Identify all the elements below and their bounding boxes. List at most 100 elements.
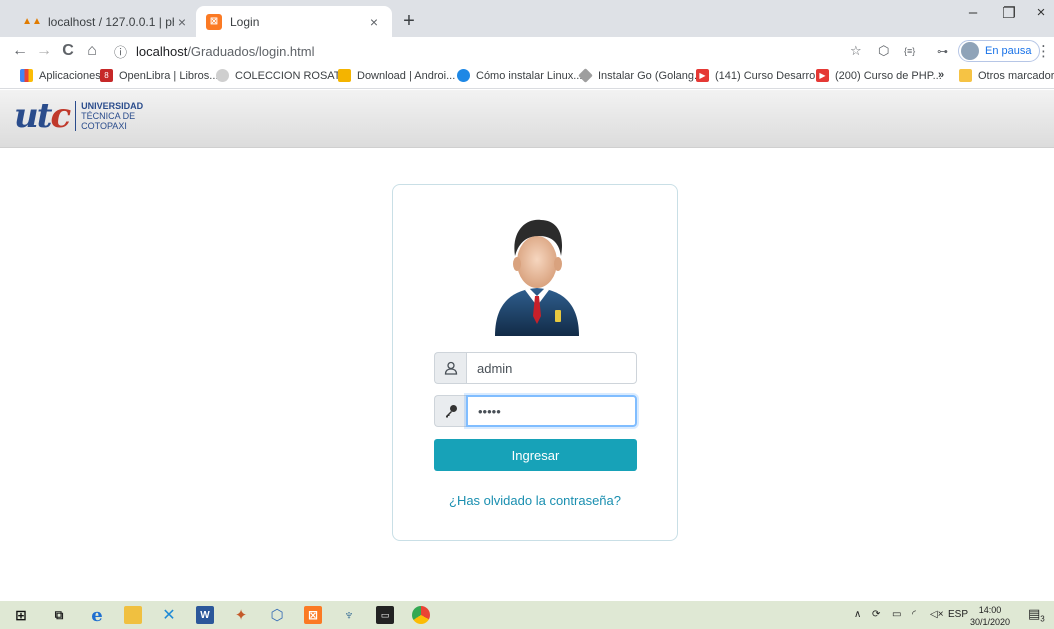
word-icon[interactable]: W [196,606,214,624]
tab-title: Login [230,14,260,29]
avatar [961,42,979,60]
forward-button[interactable]: → [32,42,56,60]
battery-icon[interactable]: ▭ [892,609,901,620]
close-tab-icon[interactable]: × [174,14,190,30]
key-icon [434,395,466,427]
logo-mark: utc [14,96,71,136]
postgres-icon[interactable]: ♆ [340,606,358,624]
clock-time: 14:00 [978,605,1002,615]
virtualbox-icon[interactable]: ⬡ [268,606,286,624]
logo-mark-c: c [50,96,71,136]
bookmark-label: COLECCION ROSAT... [235,69,349,82]
globe-icon [216,69,229,82]
task-view-icon[interactable]: ⧉ [50,606,68,624]
user-icon [434,352,466,384]
youtube-icon: ▶ [816,69,829,82]
login-card: admin ••••• Ingresar ¿Has olvidado la co… [392,184,678,541]
star-icon[interactable]: ☆ [850,41,862,61]
tab-strip: ▲▲ localhost / 127.0.0.1 | phpMyAdm × ⊠ … [0,0,1054,37]
page-body: admin ••••• Ingresar ¿Has olvidado la co… [0,148,1054,601]
bookmark-label: Aplicaciones [39,69,101,82]
download-icon [338,69,351,82]
refresh-icon [457,69,470,82]
password-input[interactable]: ••••• [466,395,637,427]
new-tab-button[interactable]: + [398,10,420,32]
browser-toolbar: ← → C ⌂ ⓘ localhost/Graduados/login.html… [0,37,1054,65]
bookmark-label: Otros marcadores [978,69,1054,82]
utc-logo[interactable]: utc UNIVERSIDAD TÉCNICA DE COTOPAXI [14,96,143,136]
key-icon[interactable]: ⊶ [937,41,948,61]
xampp-icon[interactable]: ⊠ [304,606,322,624]
logo-line-3: COTOPAXI [81,121,127,131]
phpmyadmin-icon: ▲▲ [22,16,42,27]
chevron-double-right-icon: » [938,69,945,81]
reload-button[interactable]: C [56,42,80,60]
file-explorer-icon[interactable] [124,606,142,624]
username-field: admin [434,352,637,384]
wifi-icon[interactable]: ◜ [912,609,916,620]
login-submit-button[interactable]: Ingresar [434,439,637,471]
bookmark-label: (200) Curso de PHP... [835,69,942,82]
bookmark-openlibra[interactable]: 8 OpenLibra | Libros... [100,69,218,82]
xampp-icon: ⊠ [206,13,222,30]
minimize-button[interactable]: – [958,4,988,21]
close-tab-icon[interactable]: × [366,14,382,30]
username-input[interactable]: admin [466,352,637,384]
bookmark-label: Cómo instalar Linux... [476,69,583,82]
restore-button[interactable]: ❐ [994,4,1024,22]
forgot-password-link[interactable]: ¿Has olvidado la contraseña? [393,493,677,508]
folder-icon [959,69,972,82]
more-bookmarks-button[interactable]: » [938,69,944,81]
profile-label: En pausa [985,45,1032,57]
bookmark-label: (141) Curso Desarro... [715,69,825,82]
bookmark-download[interactable]: Download | Androi... [338,69,455,82]
bookmark-apps[interactable]: Aplicaciones [20,69,101,82]
user-avatar-icon [495,219,579,336]
openlibra-icon: 8 [100,69,113,82]
address-bar[interactable]: ⓘ localhost/Graduados/login.html [114,40,872,62]
volume-icon[interactable]: ◁× [930,609,944,620]
profile-button[interactable]: En pausa [958,40,1041,62]
chevron-up-icon[interactable]: ∧ [854,609,861,620]
diamond-icon [578,68,593,83]
tab-title: localhost / 127.0.0.1 | phpMyAdm [48,14,174,29]
bookmark-label: OpenLibra | Libros... [119,69,219,82]
site-header: utc UNIVERSIDAD TÉCNICA DE COTOPAXI [0,90,1054,148]
url-path: /Graduados/login.html [187,43,315,59]
bookmark-curso-200[interactable]: ▶ (200) Curso de PHP... [816,69,942,82]
logo-line-1: UNIVERSIDAD [81,101,144,111]
bookmark-label: Instalar Go (Golang... [598,69,704,82]
chrome-icon[interactable] [412,606,430,624]
home-button[interactable]: ⌂ [80,42,104,60]
sync-icon[interactable]: ⟳ [872,609,880,620]
vscode-icon[interactable]: ✕ [160,606,178,624]
bookmark-linux[interactable]: Cómo instalar Linux... [457,69,582,82]
apps-icon [20,69,33,82]
bookmark-curso-141[interactable]: ▶ (141) Curso Desarro... [696,69,824,82]
paint-icon[interactable]: ✦ [232,606,250,624]
clock-date: 30/1/2020 [969,617,1011,627]
notification-count: 3 [1040,614,1045,624]
bookmarks-bar: Aplicaciones 8 OpenLibra | Libros... COLE… [0,65,1054,89]
extension-icon[interactable]: ⬡ [878,41,889,61]
tab-login[interactable]: ⊠ Login × [196,6,392,37]
windows-taskbar: ⊞ ⧉ e ✕ W ✦ ⬡ ⊠ ♆ ▭ ∧ ⟳ ▭ ◜ ◁× ESP 14:00… [0,601,1054,629]
logo-mark-ut: ut [14,96,52,136]
bookmark-coleccion[interactable]: COLECCION ROSAT... [216,69,348,82]
bookmark-others[interactable]: Otros marcadores [959,69,1054,82]
info-icon[interactable]: ⓘ [114,42,132,61]
back-button[interactable]: ← [8,42,32,60]
clock[interactable]: 14:00 30/1/2020 [965,604,1015,628]
edge-icon[interactable]: e [88,605,106,626]
bookmark-golang[interactable]: Instalar Go (Golang... [578,68,704,83]
windows-start-icon[interactable]: ⊞ [12,606,30,624]
tab-phpmyadmin[interactable]: ▲▲ localhost / 127.0.0.1 | phpMyAdm × [14,6,200,37]
json-extension-icon[interactable]: {≡} [904,41,915,61]
password-field: ••••• [434,395,637,427]
url-host: localhost [136,43,188,59]
bookmark-label: Download | Androi... [357,69,456,82]
terminal-icon[interactable]: ▭ [376,606,394,624]
close-window-button[interactable]: × [1026,4,1054,21]
notification-icon[interactable]: ▤3 [1028,606,1045,624]
youtube-icon: ▶ [696,69,709,82]
